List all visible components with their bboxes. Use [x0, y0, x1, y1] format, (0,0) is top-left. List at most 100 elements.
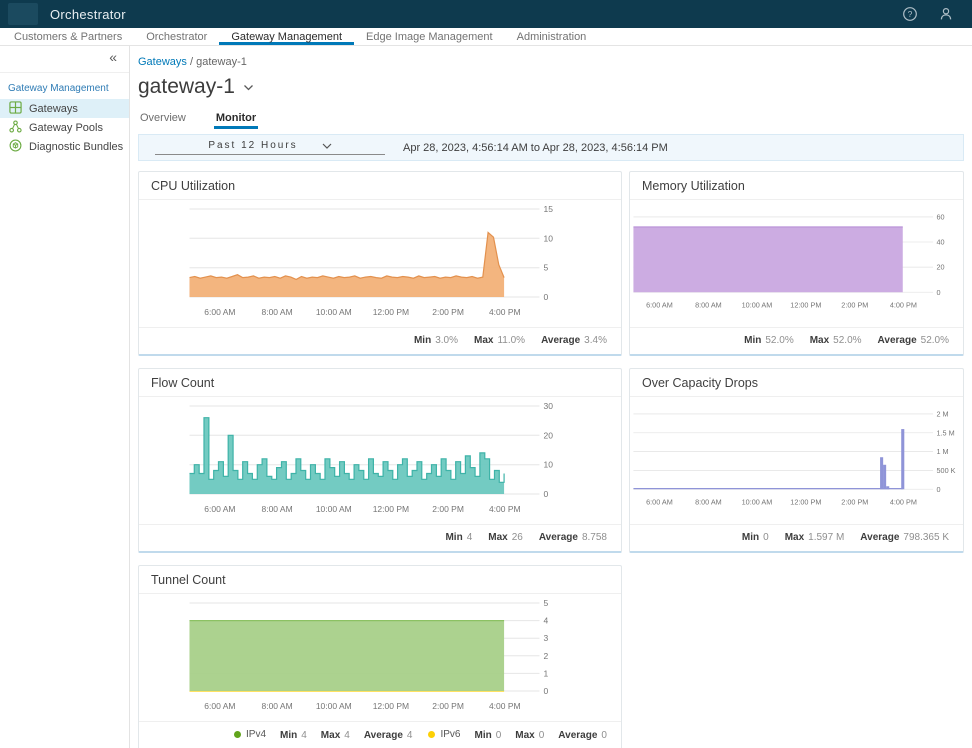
svg-text:2: 2 [543, 651, 548, 661]
stat-max: Max1.597 M [785, 532, 845, 543]
sidebar-collapse-row: « [0, 49, 129, 73]
stat-label: Average [541, 335, 580, 346]
diagnostic-bundles-icon [9, 139, 22, 155]
svg-text:1 M: 1 M [936, 447, 948, 456]
svg-text:8:00 AM: 8:00 AM [261, 307, 292, 317]
help-icon[interactable]: ? [902, 6, 918, 22]
svg-text:8:00 AM: 8:00 AM [695, 498, 722, 507]
sidebar: « Gateway Management GatewaysGateway Poo… [0, 46, 130, 748]
chart-footer: Min4 Max 26 Average8.758 [139, 524, 621, 551]
stat-label: Max [474, 335, 493, 346]
main-tab-administration[interactable]: Administration [505, 28, 599, 45]
stat-max: Max0 [515, 730, 544, 741]
svg-text:?: ? [908, 9, 913, 19]
chart-footer: Min52.0%Max52.0%Average52.0% [630, 327, 963, 354]
page-tabs: Overview Monitor [138, 112, 964, 129]
svg-text:4:00 PM: 4:00 PM [890, 301, 917, 310]
stat-value: 3.0% [435, 335, 458, 346]
breadcrumb-current: gateway-1 [196, 56, 247, 68]
svg-text:0: 0 [543, 292, 548, 302]
stat-min: Min0 [475, 730, 502, 741]
stat-average: Average52.0% [878, 335, 949, 346]
stat-value: 4 [407, 730, 413, 741]
stat-value: 52.0% [765, 335, 793, 346]
svg-text:20: 20 [936, 263, 944, 272]
stat-label: Max [810, 335, 829, 346]
legend-group-ipv4: IPv4Min4Max4Average4 [234, 729, 412, 741]
stat-label: Min [742, 532, 759, 543]
sidebar-items: Gateways Gateway Pools Diagnostic Bundles [0, 99, 129, 156]
stat-average: Average4 [364, 730, 413, 741]
stat-value: 0 [763, 532, 769, 543]
svg-text:4:00 PM: 4:00 PM [489, 307, 521, 317]
stat-value: 4 [344, 730, 350, 741]
svg-text:3: 3 [543, 633, 548, 643]
stat-min: Min4 [280, 730, 307, 741]
svg-text:5: 5 [543, 598, 548, 608]
stat-value: 0 [496, 730, 502, 741]
page-title-chevron-down-icon[interactable] [243, 84, 254, 91]
chart-title: Flow Count [139, 369, 621, 397]
sidebar-item-label: Gateways [29, 103, 78, 115]
stat-average: Average8.758 [539, 532, 607, 543]
breadcrumb: Gateways / gateway-1 [138, 56, 964, 68]
charts-grid: CPU Utilization0510156:00 AM8:00 AM10:00… [138, 171, 964, 748]
stat-label: Max [488, 532, 507, 543]
user-icon[interactable] [938, 6, 954, 22]
svg-text:8:00 AM: 8:00 AM [261, 701, 292, 711]
time-range-text: Apr 28, 2023, 4:56:14 AM to Apr 28, 2023… [403, 142, 668, 154]
legend-dot-icon [428, 731, 435, 738]
page-title: gateway-1 [138, 75, 235, 99]
stat-average: Average0 [558, 730, 607, 741]
main-tab-edge-image-management[interactable]: Edge Image Management [354, 28, 505, 45]
breadcrumb-link-gateways[interactable]: Gateways [138, 56, 187, 68]
legend-group-ipv6: IPv6 Min0 Max0 Average0 [428, 729, 606, 741]
chart-card-over-capacity-drops: Over Capacity Drops0500 K1 M1.5 M2 M6:00… [629, 368, 964, 553]
top-nav: Customers & PartnersOrchestratorGateway … [0, 28, 972, 46]
stat-value: 4 [301, 730, 307, 741]
chart-plot-flow-count: 01020306:00 AM8:00 AM10:00 AM12:00 PM2:0… [139, 398, 621, 524]
stat-min: Min4 [445, 532, 472, 543]
svg-text:1.5 M: 1.5 M [936, 428, 954, 437]
stat-value: 26 [512, 532, 523, 543]
sidebar-item-diagnostic-bundles[interactable]: Diagnostic Bundles [0, 137, 129, 156]
sidebar-item-label: Gateway Pools [29, 122, 103, 134]
svg-text:20: 20 [543, 430, 553, 440]
main-tab-gateway-management[interactable]: Gateway Management [219, 28, 354, 45]
chart-plot-cpu-utilization: 0510156:00 AM8:00 AM10:00 AM12:00 PM2:00… [139, 201, 621, 327]
sidebar-collapse-icon[interactable]: « [109, 49, 117, 65]
tab-overview[interactable]: Overview [138, 112, 188, 129]
stat-max: Max52.0% [810, 335, 862, 346]
svg-text:6:00 AM: 6:00 AM [646, 498, 673, 507]
svg-text:10: 10 [543, 233, 553, 243]
stat-value: 4 [467, 532, 473, 543]
stat-value: 798.365 K [903, 532, 949, 543]
svg-text:12:00 PM: 12:00 PM [373, 504, 409, 514]
svg-text:6:00 AM: 6:00 AM [204, 504, 235, 514]
sidebar-item-gateway-pools[interactable]: Gateway Pools [0, 118, 129, 137]
svg-text:6:00 AM: 6:00 AM [204, 701, 235, 711]
stat-label: Average [539, 532, 578, 543]
stat-max: Max4 [321, 730, 350, 741]
svg-text:500 K: 500 K [936, 466, 955, 475]
gateways-icon [9, 101, 22, 117]
main-tab-customers-partners[interactable]: Customers & Partners [2, 28, 134, 45]
legend-name: IPv6 [440, 729, 460, 740]
svg-text:0: 0 [543, 686, 548, 696]
tab-monitor[interactable]: Monitor [214, 112, 258, 129]
stat-value: 52.0% [921, 335, 949, 346]
svg-text:8:00 AM: 8:00 AM [261, 504, 292, 514]
svg-text:2 M: 2 M [936, 409, 948, 418]
chart-card-memory-utilization: Memory Utilization02040606:00 AM8:00 AM1… [629, 171, 964, 356]
svg-text:4:00 PM: 4:00 PM [489, 701, 521, 711]
sidebar-item-gateways[interactable]: Gateways [0, 99, 129, 118]
svg-text:6:00 AM: 6:00 AM [646, 301, 673, 310]
svg-text:12:00 PM: 12:00 PM [373, 701, 409, 711]
chart-plot-tunnel-count: 0123456:00 AM8:00 AM10:00 AM12:00 PM2:00… [139, 595, 621, 721]
svg-text:12:00 PM: 12:00 PM [790, 498, 821, 507]
time-range-select[interactable]: Past 12 Hours [155, 140, 385, 155]
chart-plot-memory-utilization: 02040606:00 AM8:00 AM10:00 AM12:00 PM2:0… [630, 201, 963, 327]
main-tab-orchestrator[interactable]: Orchestrator [134, 28, 219, 45]
app-header: Orchestrator ? [0, 0, 972, 28]
svg-text:15: 15 [543, 204, 553, 214]
